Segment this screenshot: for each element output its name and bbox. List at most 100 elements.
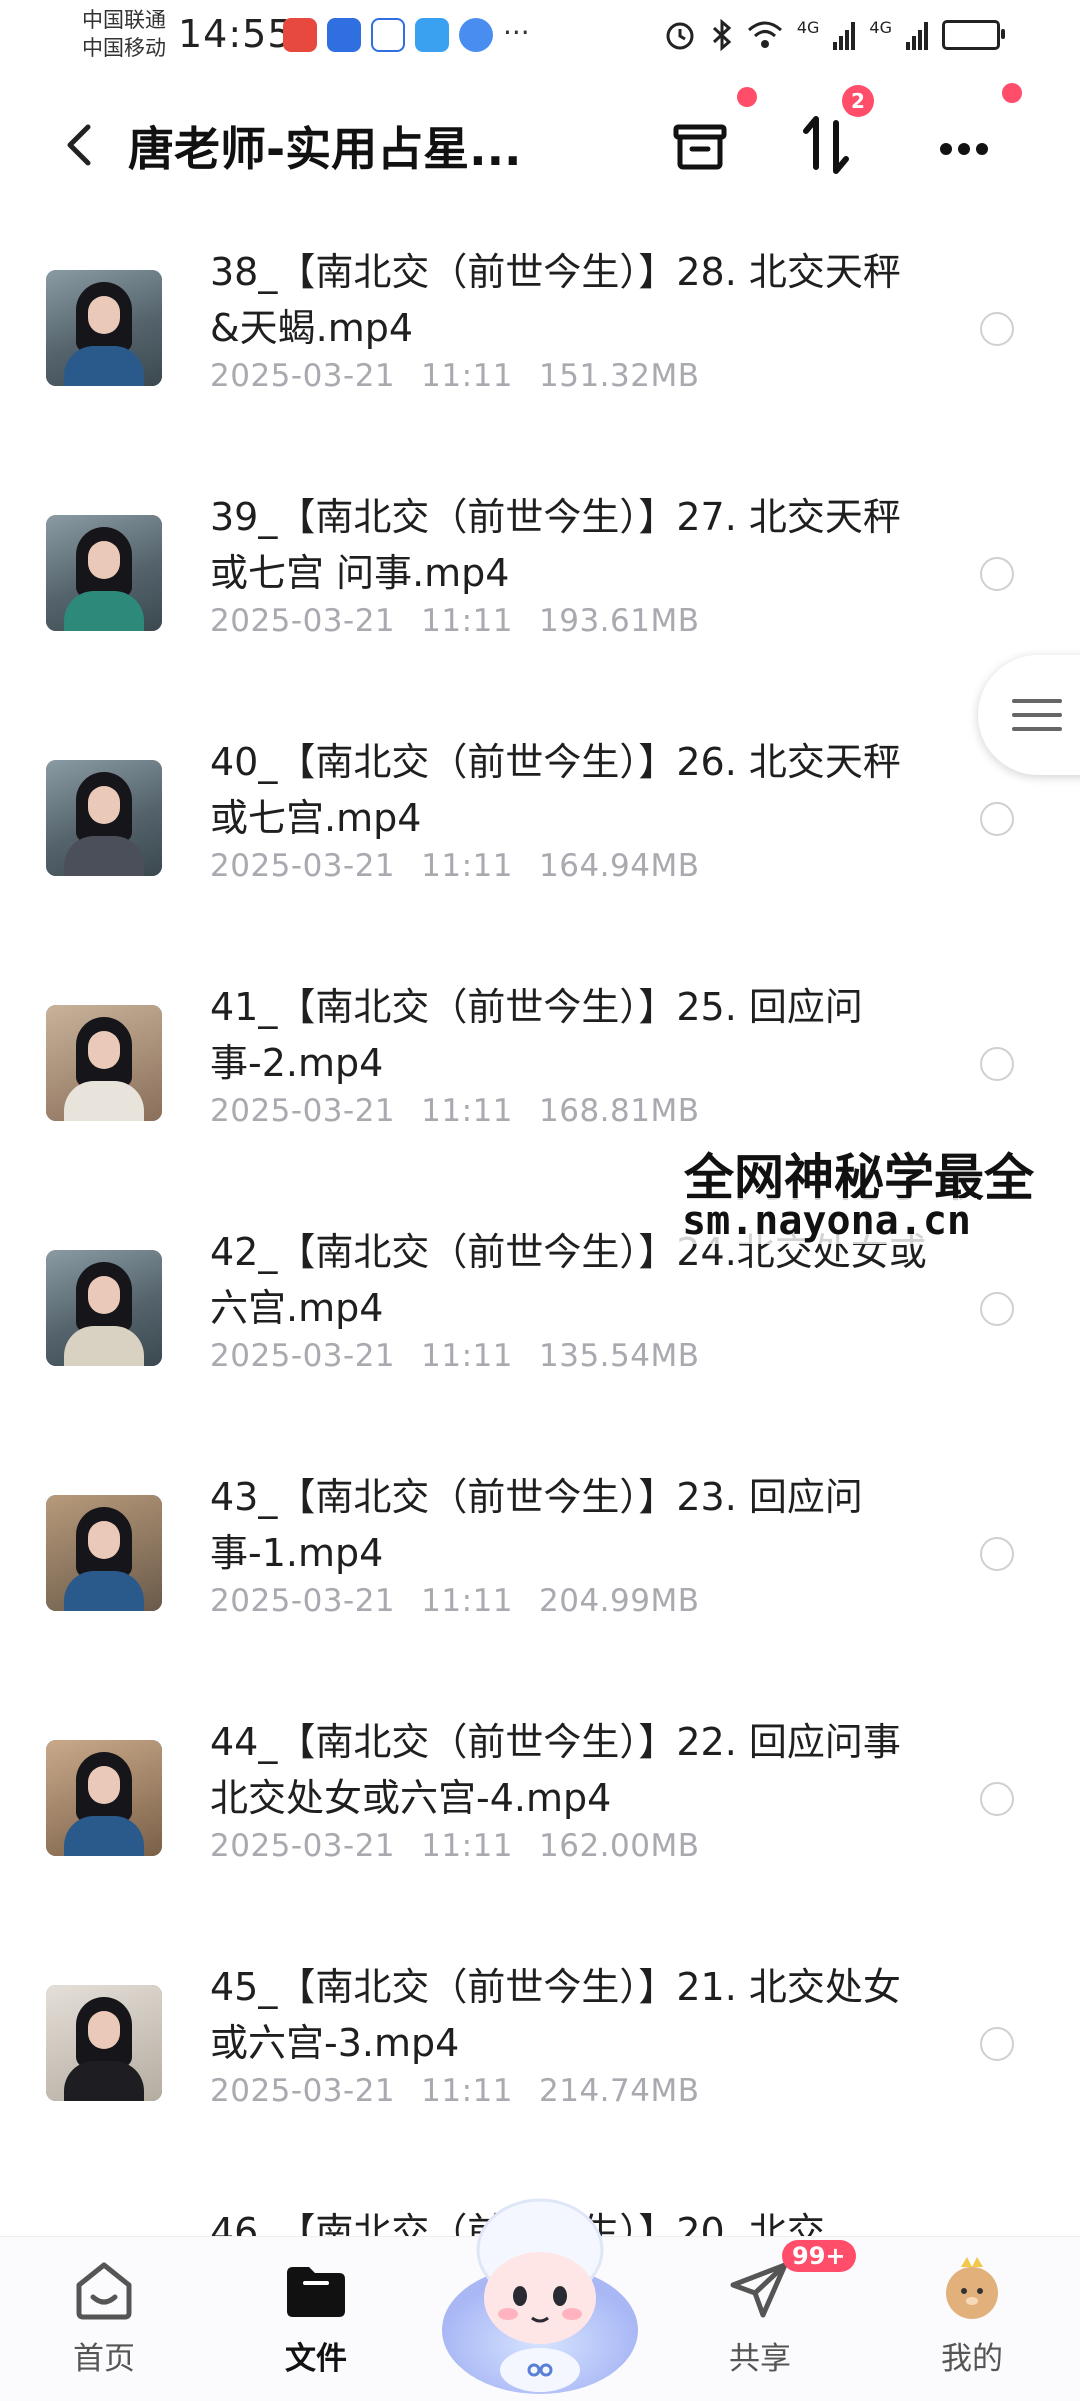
- file-time: 11:11: [421, 1093, 514, 1129]
- select-radio[interactable]: [980, 1537, 1014, 1571]
- file-name: 43_【南北交（前世今生）】23. 回应问事-1.mp4: [210, 1475, 863, 1575]
- file-size: 193.61MB: [539, 603, 700, 639]
- file-name: 38_【南北交（前世今生）】28. 北交天秤&天蝎.mp4: [210, 250, 901, 350]
- network-type-2: 4G: [869, 18, 892, 37]
- file-time: 11:11: [421, 848, 514, 884]
- file-time: 11:11: [421, 358, 514, 394]
- select-radio[interactable]: [980, 1292, 1014, 1326]
- select-radio[interactable]: [980, 1782, 1014, 1816]
- list-item[interactable]: 39_【南北交（前世今生）】27. 北交天秤或七宫 问事.mp4 2025-03…: [0, 475, 1080, 715]
- more-dot-badge: [1002, 83, 1022, 103]
- avatar-icon: [946, 2257, 998, 2319]
- folder-icon: [287, 2267, 345, 2317]
- transfer-count-badge: 2: [842, 85, 874, 117]
- transfer-icon[interactable]: [786, 105, 866, 185]
- video-thumbnail: [46, 760, 162, 876]
- file-date: 2025-03-21: [210, 2073, 396, 2109]
- list-item[interactable]: 43_【南北交（前世今生）】23. 回应问事-1.mp4 2025-03-21 1…: [0, 1455, 1080, 1695]
- video-thumbnail: [46, 1740, 162, 1856]
- file-date: 2025-03-21: [210, 1583, 396, 1619]
- carrier-2: 中国移动: [82, 36, 166, 60]
- shield-app-icon: [327, 18, 361, 52]
- top-bar: 唐老师-实用占星... 2: [0, 83, 1080, 195]
- nav-home-label: 首页: [73, 2341, 135, 2377]
- video-thumbnail: [46, 270, 162, 386]
- file-time: 11:11: [421, 2073, 514, 2109]
- file-name: 44_【南北交（前世今生）】22. 回应问事 北交处女或六宫-4.mp4: [210, 1720, 901, 1820]
- carrier-1: 中国联通: [82, 8, 166, 32]
- nav-mine[interactable]: 我的: [902, 2255, 1042, 2378]
- back-arrow-icon[interactable]: [50, 115, 110, 175]
- watermark-line-2: sm.nayona.cn: [676, 1198, 977, 1244]
- file-meta: 2025-03-21 11:11 135.54MB: [210, 1338, 726, 1374]
- status-bar: 中国联通 中国移动 14:55 ··· 4G 4G: [0, 0, 1080, 72]
- mascot-assistant-button[interactable]: [430, 2180, 650, 2400]
- signal-2-icon: [906, 20, 928, 50]
- file-name: 40_【南北交（前世今生）】26. 北交天秤或七宫.mp4: [210, 740, 901, 840]
- file-meta: 2025-03-21 11:11 151.32MB: [210, 358, 726, 394]
- file-time: 11:11: [421, 1828, 514, 1864]
- archive-icon[interactable]: [660, 105, 740, 185]
- select-radio[interactable]: [980, 312, 1014, 346]
- file-size: 168.81MB: [539, 1093, 700, 1129]
- nav-files[interactable]: 文件: [246, 2255, 386, 2378]
- file-date: 2025-03-21: [210, 1093, 396, 1129]
- share-count-badge: 99+: [782, 2240, 856, 2272]
- browser-app-icon: [459, 18, 493, 52]
- select-radio[interactable]: [980, 2027, 1014, 2061]
- more-options-icon[interactable]: [924, 105, 1004, 185]
- signal-1-icon: [833, 20, 856, 50]
- archive-dot-badge: [737, 87, 757, 107]
- baidu-app-icon: [371, 18, 405, 52]
- nav-share[interactable]: 共享: [690, 2255, 830, 2378]
- file-size: 214.74MB: [539, 2073, 700, 2109]
- select-radio[interactable]: [980, 1047, 1014, 1081]
- carrier-labels: 中国联通 中国移动: [82, 6, 166, 62]
- file-name: 41_【南北交（前世今生）】25. 回应问事-2.mp4: [210, 985, 863, 1085]
- file-date: 2025-03-21: [210, 1828, 396, 1864]
- file-name: 45_【南北交（前世今生）】21. 北交处女或六宫-3.mp4: [210, 1965, 901, 2065]
- network-type-1: 4G: [796, 18, 820, 37]
- file-date: 2025-03-21: [210, 848, 396, 884]
- file-meta: 2025-03-21 11:11 214.74MB: [210, 2073, 726, 2109]
- huawei-app-icon: [283, 18, 317, 52]
- wifi-icon: [747, 21, 782, 48]
- more-notifications-icon: ···: [503, 16, 530, 49]
- bluetooth-icon: [712, 18, 732, 52]
- video-thumbnail: [46, 1250, 162, 1366]
- file-time: 11:11: [421, 1583, 514, 1619]
- file-size: 151.32MB: [539, 358, 700, 394]
- home-icon: [76, 2262, 132, 2320]
- weather-app-icon: [415, 18, 449, 52]
- list-item[interactable]: 40_【南北交（前世今生）】26. 北交天秤或七宫.mp4 2025-03-21…: [0, 720, 1080, 960]
- page-title: 唐老师-实用占星...: [128, 122, 522, 176]
- file-time: 11:11: [421, 1338, 514, 1374]
- list-item[interactable]: 44_【南北交（前世今生）】22. 回应问事 北交处女或六宫-4.mp4 202…: [0, 1700, 1080, 1940]
- file-meta: 2025-03-21 11:11 164.94MB: [210, 848, 726, 884]
- file-size: 204.99MB: [539, 1583, 700, 1619]
- nav-mine-label: 我的: [941, 2341, 1003, 2377]
- list-item[interactable]: 42_【南北交（前世今生）】24.北交处女或六宫.mp4 2025-03-21 1…: [0, 1210, 1080, 1450]
- file-size: 164.94MB: [539, 848, 700, 884]
- video-thumbnail: [46, 515, 162, 631]
- file-date: 2025-03-21: [210, 603, 396, 639]
- file-meta: 2025-03-21 11:11 168.81MB: [210, 1093, 726, 1129]
- list-item[interactable]: 38_【南北交（前世今生）】28. 北交天秤&天蝎.mp4 2025-03-21…: [0, 230, 1080, 470]
- file-time: 11:11: [421, 603, 514, 639]
- nav-share-label: 共享: [729, 2341, 791, 2377]
- nav-home[interactable]: 首页: [34, 2255, 174, 2378]
- video-thumbnail: [46, 1985, 162, 2101]
- select-radio[interactable]: [980, 802, 1014, 836]
- file-name: 39_【南北交（前世今生）】27. 北交天秤或七宫 问事.mp4: [210, 495, 901, 595]
- file-size: 162.00MB: [539, 1828, 700, 1864]
- file-date: 2025-03-21: [210, 1338, 396, 1374]
- nav-files-label: 文件: [285, 2341, 347, 2377]
- notification-icons: ···: [283, 18, 530, 52]
- video-thumbnail: [46, 1495, 162, 1611]
- select-radio[interactable]: [980, 557, 1014, 591]
- file-size: 135.54MB: [539, 1338, 700, 1374]
- system-icons: 4G 4G: [663, 18, 1005, 52]
- file-meta: 2025-03-21 11:11 193.61MB: [210, 603, 726, 639]
- list-item[interactable]: 45_【南北交（前世今生）】21. 北交处女或六宫-3.mp4 2025-03-…: [0, 1945, 1080, 2185]
- battery-icon: [942, 20, 1005, 50]
